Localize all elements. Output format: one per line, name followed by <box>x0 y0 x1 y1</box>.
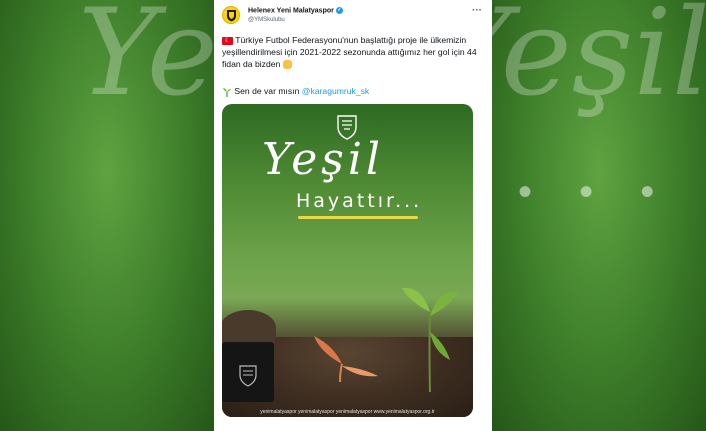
pot-crest-icon <box>239 365 257 387</box>
seedling-icon <box>223 87 231 97</box>
user-handle[interactable]: @YMSkulubu <box>248 17 285 23</box>
seed-sprout-icon <box>314 336 378 383</box>
media-title-script: Yeşil <box>262 134 384 185</box>
avatar[interactable] <box>222 6 240 24</box>
turkey-flag-icon: ☾ <box>222 36 233 45</box>
more-options-icon[interactable]: ··· <box>472 5 482 16</box>
tweet-card: Helenex Yeni Malatyaspor ✓ @YMSkulubu ···… <box>214 0 492 431</box>
display-name[interactable]: Helenex Yeni Malatyaspor <box>248 7 334 14</box>
tweet-text-line2-prefix: Sen de var mısın <box>234 86 302 96</box>
background-dots: • • • <box>518 170 673 214</box>
verified-badge-icon: ✓ <box>335 7 343 14</box>
media-footer: yenimalatyaspor yenimalatyaspor yenimala… <box>260 409 435 415</box>
tweet-header: Helenex Yeni Malatyaspor ✓ @YMSkulubu ··· <box>222 5 484 29</box>
background-right: Yeşil • • • <box>432 0 706 431</box>
sapling-icon <box>402 287 458 392</box>
media-subtitle: Hayattır... <box>296 190 423 212</box>
tweet-media-image[interactable]: Yeşil Hayattır... yenimalatyaspor yenima… <box>222 104 473 417</box>
fist-bump-icon <box>282 60 292 70</box>
tweet-text-body: Türkiye Futbol Federasyonu'nun başlattığ… <box>222 35 477 69</box>
tweet-text-line2: Sen de var mısın @karagumruk_sk <box>222 86 369 97</box>
background-left: Yeşil <box>0 0 356 431</box>
tweet-text: ☾ Türkiye Futbol Federasyonu'nun başlatt… <box>222 34 486 70</box>
mention-link[interactable]: @karagumruk_sk <box>302 86 369 96</box>
display-name-line[interactable]: Helenex Yeni Malatyaspor ✓ <box>248 7 343 14</box>
media-subtitle-underline <box>298 216 418 219</box>
plant-pot <box>222 342 274 402</box>
club-crest-icon <box>227 10 236 22</box>
pot-soil <box>222 310 276 346</box>
